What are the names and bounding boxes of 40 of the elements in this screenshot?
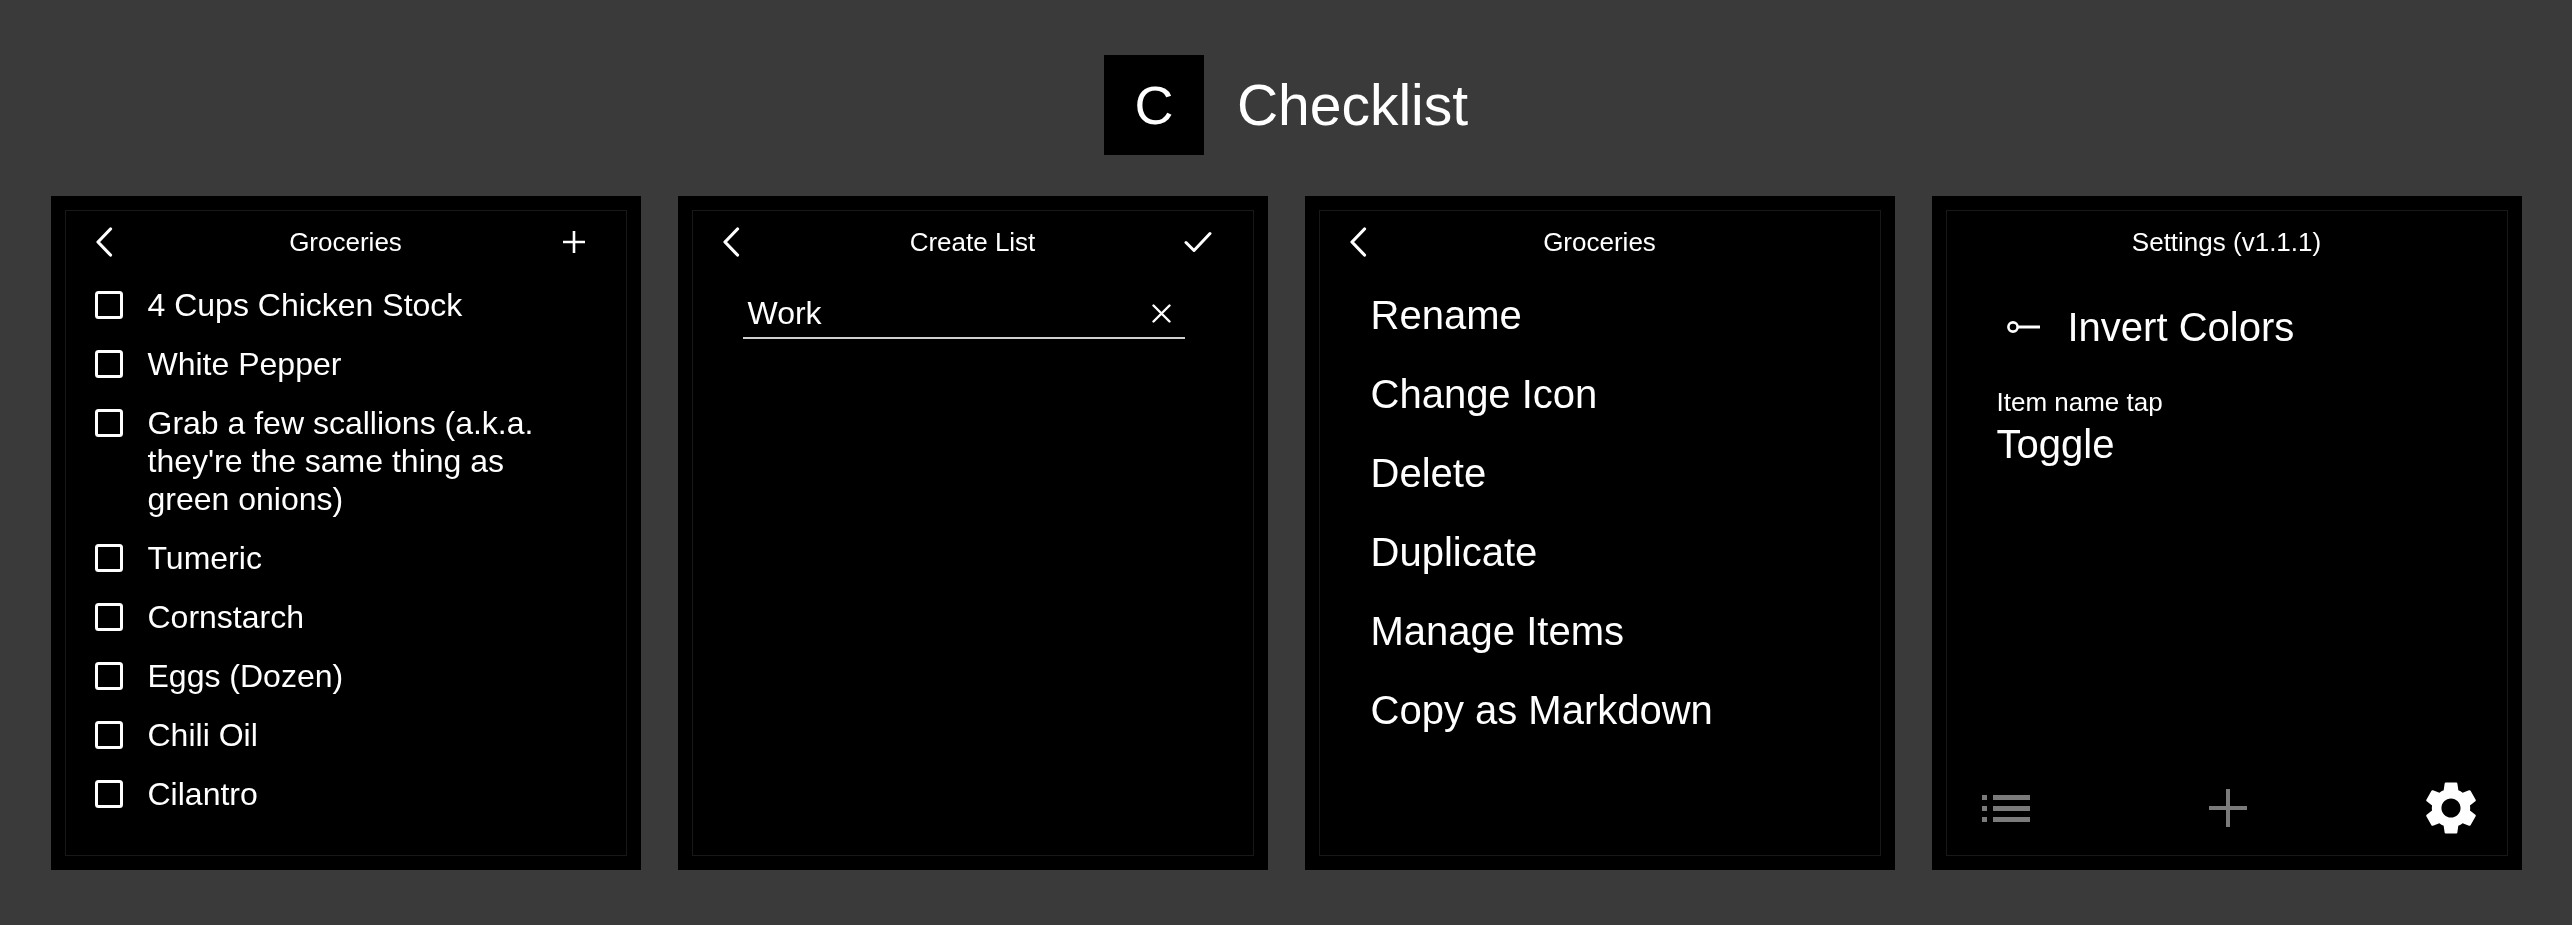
menu-item[interactable]: Change Icon <box>1370 355 1598 434</box>
checkbox[interactable] <box>94 544 123 572</box>
menu-item[interactable]: Copy as Markdown <box>1370 671 1713 750</box>
list-icon[interactable] <box>1981 794 2030 822</box>
checklist-item-text[interactable]: Eggs (Dozen) <box>147 657 344 695</box>
checkbox[interactable] <box>94 409 123 437</box>
checkbox[interactable] <box>94 721 123 749</box>
chevron-left-icon[interactable] <box>1348 227 1367 257</box>
setting-value[interactable]: Toggle <box>1996 421 2115 467</box>
chevron-left-icon[interactable] <box>721 227 740 257</box>
checklist-item-text[interactable]: White Pepper <box>147 345 342 383</box>
screen-title: Groceries <box>289 226 402 258</box>
toggle-switch-icon[interactable] <box>2006 319 2041 335</box>
app-logo: C <box>1103 55 1204 155</box>
checklist-item-text[interactable]: Tumeric <box>147 539 262 577</box>
menu-item[interactable]: Manage Items <box>1370 592 1624 671</box>
checkbox[interactable] <box>94 662 123 690</box>
menu-item[interactable]: Rename <box>1370 276 1522 355</box>
checkbox[interactable] <box>94 350 123 378</box>
setting-caption: Item name tap <box>1996 386 2163 418</box>
menu-item[interactable]: Delete <box>1370 434 1487 513</box>
checklist-item-text[interactable]: Cornstarch <box>147 598 304 636</box>
clear-icon[interactable] <box>1151 303 1171 323</box>
settings-icon[interactable] <box>2425 781 2476 835</box>
app-title: Checklist <box>1236 76 1469 134</box>
checklist-item-text[interactable]: 4 Cups Chicken Stock <box>147 286 463 324</box>
checkbox[interactable] <box>94 780 123 808</box>
screen-title: Groceries <box>1543 226 1656 258</box>
checklist-item-text[interactable]: Grab a few scallions (a.k.a. they're the same thing as green onions) <box>147 404 568 518</box>
checkbox[interactable] <box>94 603 123 631</box>
list-name-field[interactable]: Work <box>742 289 1185 339</box>
checklist-item-text[interactable]: Chili Oil <box>147 716 258 754</box>
screen-title: Create List <box>909 226 1036 258</box>
check-icon[interactable] <box>1183 231 1212 253</box>
setting-label[interactable]: Invert Colors <box>2067 303 2295 351</box>
menu-item[interactable]: Duplicate <box>1370 513 1538 592</box>
checkbox[interactable] <box>94 291 123 319</box>
checklist-item-text[interactable]: Cilantro <box>147 775 258 813</box>
chevron-left-icon[interactable] <box>94 227 113 257</box>
screen-title: Settings (v1.1.1) <box>2131 226 2322 258</box>
